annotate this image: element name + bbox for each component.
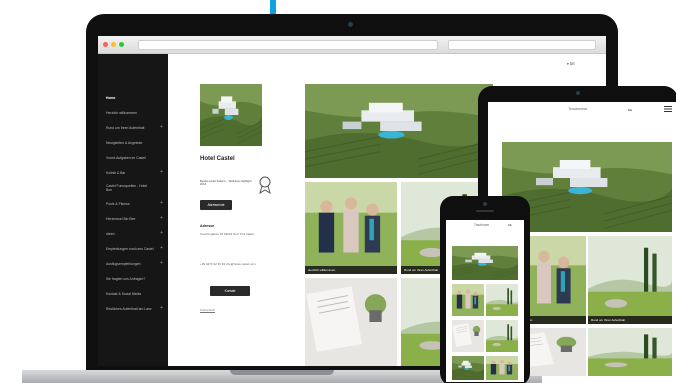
sidebar-item-label: Herzensort Bio Bee (106, 216, 136, 221)
tile-image (588, 236, 672, 324)
laptop-notch (230, 370, 334, 375)
language-selector[interactable]: ▾ DE (567, 62, 575, 66)
sidebar-item-label: Ausflugsempfehlungen (106, 261, 141, 266)
tile-news[interactable] (452, 320, 484, 352)
hero-image[interactable] (452, 246, 518, 280)
tile-welcome[interactable]: Herzlich willkommen (305, 182, 397, 274)
phone-frame: Trautmann DE (440, 196, 530, 383)
sidebar-item[interactable]: Neuigkeiten & Angebote (98, 137, 168, 148)
more-link[interactable]: Telefonbuch (200, 308, 215, 312)
close-window-button[interactable] (103, 42, 108, 47)
sidebar-item-label: Sie fragten uns Anfragen? (106, 276, 146, 281)
tile-news[interactable] (305, 278, 397, 366)
contact-text: +39 0473 92 36 93 info@hotel-castel.com (200, 262, 256, 266)
sidebar-item[interactable]: Restliches Aufenthalt am Lanz + (98, 303, 168, 314)
tile-pools[interactable] (588, 328, 672, 376)
sidebar-item-label: Neuigkeiten & Angebote (106, 140, 143, 145)
brand-logo[interactable]: Trautmann (474, 223, 489, 227)
language-selector[interactable]: DE (628, 108, 632, 112)
accent-bar (270, 0, 276, 14)
sidebar-item[interactable]: Pools & Fitness + (98, 198, 168, 209)
expand-plus-icon[interactable]: + (160, 306, 163, 311)
sidebar-item-label: Kontakt & Social Media (106, 291, 142, 296)
language-selector[interactable]: DE (508, 224, 512, 227)
expand-plus-icon[interactable]: + (160, 246, 163, 251)
sidebar-item[interactable]: Kulinik & Bar + (98, 167, 168, 178)
sidebar-item-label: Ideen (106, 231, 115, 236)
tile-image (305, 182, 397, 274)
sidebar-item[interactable]: Ausflugsempfehlungen + (98, 258, 168, 269)
sidebar-item[interactable]: Ideen + (98, 228, 168, 239)
maximize-window-button[interactable] (119, 42, 124, 47)
award-text: Bestes Hotel Italiens – Wellness Highlig… (200, 179, 252, 187)
expand-plus-icon[interactable]: + (160, 201, 163, 206)
sidebar-item[interactable]: Sie fragten uns Anfragen? (98, 273, 168, 284)
sidebar-item-label: Kulinik & Bar (106, 170, 126, 175)
sidebar-item-label: Restliches Aufenthalt am Lanz (106, 306, 152, 311)
sidebar-item[interactable]: Herzensort Bio Bee + (98, 213, 168, 224)
sidebar-item[interactable]: Empfehlungen rund ums Castel + (98, 243, 168, 254)
contact-button[interactable]: Kontakt (210, 286, 250, 296)
sidebar-item-label: Herzlich willkommen (106, 110, 137, 115)
address-heading: Adresse (200, 224, 215, 228)
tile-extra[interactable] (452, 356, 484, 380)
tile-stay[interactable] (486, 284, 518, 316)
hotel-info-panel: Hotel Castel Bestes Hotel Italiens – Wel… (168, 54, 291, 366)
sidebar-item[interactable]: Castel Fumoquellen - Hotel Bon (98, 182, 168, 194)
hotel-thumbnail (200, 84, 262, 146)
tile-welcome[interactable] (452, 284, 484, 316)
tile-image (588, 328, 672, 376)
hotel-title: Hotel Castel (200, 156, 235, 162)
browser-search-field[interactable] (448, 40, 596, 50)
tile-stay[interactable]: Rund um Ihren Aufenthalt (588, 236, 672, 324)
award-ribbon-icon (259, 176, 271, 194)
expand-plus-icon[interactable]: + (160, 231, 163, 236)
sidebar-item-label: Home (106, 95, 116, 100)
tile-caption: Rund um Ihren Aufenthalt (588, 316, 672, 324)
sidebar-item-label: Empfehlungen rund ums Castel (106, 246, 154, 251)
devices-showcase: Home Herzlich willkommen Rund um Ihren Auf… (0, 0, 676, 383)
sidebar-item-label: Vorort-Aufgaben im Castel (106, 155, 146, 160)
phone-screen: Trautmann DE (446, 220, 524, 382)
expand-plus-icon[interactable]: + (160, 216, 163, 221)
sidebar-item[interactable]: Rund um Ihren Aufenthalt + (98, 122, 168, 133)
camera-icon (483, 202, 487, 206)
address-bar[interactable] (138, 40, 438, 50)
sidebar-item-label: Pools & Fitness (106, 201, 130, 206)
camera-icon (576, 91, 580, 95)
tile-extra[interactable] (486, 356, 518, 380)
expand-plus-icon[interactable]: + (160, 170, 163, 175)
camera-icon (348, 22, 353, 27)
sidebar-item[interactable]: Home (98, 92, 168, 103)
sidebar-item[interactable]: Vorort-Aufgaben im Castel (98, 152, 168, 163)
address-text: Keschtngasse 18 39019 Dorf Tirol Italien (200, 232, 255, 236)
speaker-grille (476, 210, 494, 212)
hero-image[interactable] (305, 84, 493, 178)
expand-plus-icon[interactable]: + (160, 261, 163, 266)
sidebar-item-label: Rund um Ihren Aufenthalt (106, 125, 145, 130)
primary-button[interactable]: Abreisenote (200, 200, 232, 210)
tile-image (305, 278, 397, 366)
window-controls (103, 42, 124, 47)
tile-pools[interactable] (486, 320, 518, 352)
expand-plus-icon[interactable]: + (160, 125, 163, 130)
sidebar-item-label: Castel Fumoquellen - Hotel Bon (106, 184, 148, 192)
sidebar-nav: Home Herzlich willkommen Rund um Ihren Auf… (98, 54, 168, 366)
brand-logo[interactable]: Trautmann (568, 106, 587, 111)
menu-icon[interactable] (664, 106, 672, 112)
minimize-window-button[interactable] (111, 42, 116, 47)
sidebar-item[interactable]: Herzlich willkommen (98, 107, 168, 118)
tile-caption: Herzlich willkommen (305, 266, 397, 274)
sidebar-item[interactable]: Kontakt & Social Media (98, 288, 168, 299)
browser-toolbar (98, 36, 606, 54)
